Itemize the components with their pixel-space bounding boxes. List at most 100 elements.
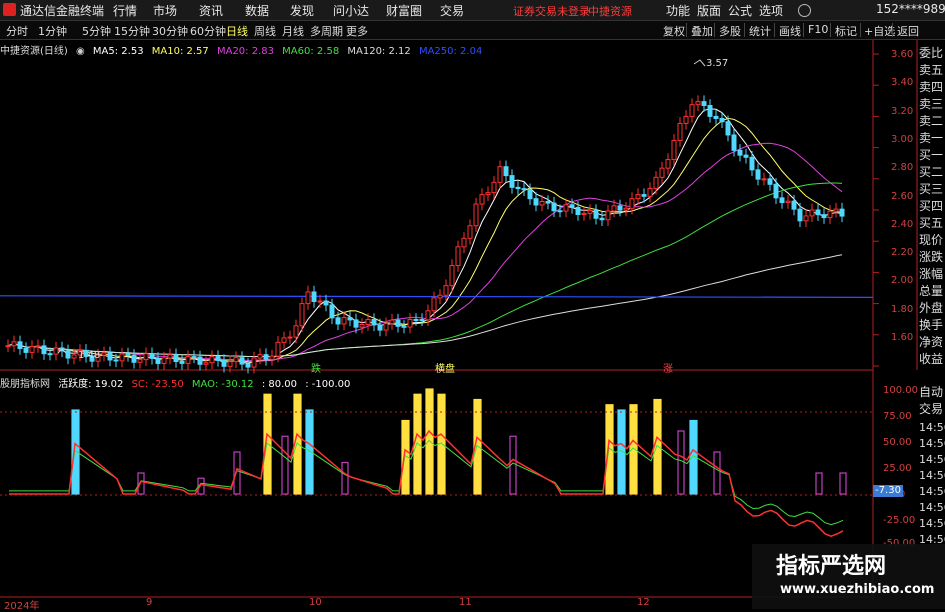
quote-buy4[interactable]: 买四 <box>919 199 943 214</box>
candle-body <box>665 159 671 169</box>
quote-sell1[interactable]: 卖一 <box>919 131 943 146</box>
btn-f10[interactable]: F10 <box>808 23 828 36</box>
candle-body <box>587 210 593 214</box>
menu-caifuquan[interactable]: 财富圈 <box>386 2 422 19</box>
price-tick: 2.40 <box>891 219 914 230</box>
menu-shichang[interactable]: 市场 <box>153 2 177 19</box>
toolbar-divider <box>774 23 775 37</box>
ma-line <box>7 254 843 357</box>
candle-body <box>449 265 455 287</box>
quote-sell2[interactable]: 卖二 <box>919 114 943 129</box>
period-daily[interactable]: 日线 <box>226 23 248 39</box>
candle-body <box>131 354 137 363</box>
quote-buy1[interactable]: 买一 <box>919 148 943 163</box>
candle-body <box>515 186 521 190</box>
candle-body <box>323 300 329 306</box>
period-weekly[interactable]: 周线 <box>254 23 276 39</box>
period-30min[interactable]: 30分钟 <box>152 23 188 39</box>
indicator-tick: 100.00 <box>883 385 918 396</box>
time-cell: 14:56 <box>919 453 945 466</box>
btn-fuquan[interactable]: 复权 <box>663 23 685 39</box>
candle-body <box>41 345 47 355</box>
candle-body <box>347 317 353 321</box>
activity-label: 活跃度: 19.02 <box>58 379 124 390</box>
activity-bar <box>815 472 823 495</box>
date-tick: 11 <box>459 597 472 608</box>
candle-body <box>251 357 257 368</box>
period-15min[interactable]: 15分钟 <box>114 23 150 39</box>
activity-bar <box>281 435 289 495</box>
quote-buy5[interactable]: 买五 <box>919 216 943 231</box>
candle-body <box>443 285 449 296</box>
auto-label[interactable]: 自动 <box>919 385 943 400</box>
toolbar-divider <box>830 23 831 37</box>
date-tick: 2024年 <box>4 601 40 612</box>
menu-banmian[interactable]: 版面 <box>697 2 721 19</box>
price-tick: 1.80 <box>891 304 914 315</box>
btn-huaxian[interactable]: 画线 <box>779 23 801 39</box>
candle-body <box>209 356 215 364</box>
menu-shuju[interactable]: 数据 <box>245 2 269 19</box>
menu-wenxiaoda[interactable]: 问小达 <box>333 2 369 19</box>
activity-bar <box>713 451 721 495</box>
period-60min[interactable]: 60分钟 <box>190 23 226 39</box>
user-icon[interactable] <box>798 4 811 17</box>
btn-biaoji[interactable]: 标记 <box>835 23 857 39</box>
high-price-label: 3.57 <box>706 58 729 69</box>
candle-body <box>641 194 647 197</box>
candle-body <box>545 201 551 204</box>
candle-body <box>317 300 323 303</box>
menu-jiaoyi[interactable]: 交易 <box>440 2 464 19</box>
candle-body <box>611 205 617 212</box>
period-5min[interactable]: 5分钟 <box>82 23 111 39</box>
candle-body <box>683 115 689 124</box>
candle-body <box>725 121 731 136</box>
indicator-tick: 75.00 <box>883 411 912 422</box>
ma-line <box>7 108 843 364</box>
candle-body <box>689 104 695 117</box>
period-more[interactable]: 更多 <box>346 23 368 39</box>
candle-body <box>509 175 515 188</box>
watermark-title: 指标严选网 <box>776 554 887 579</box>
quote-sell3[interactable]: 卖三 <box>919 97 943 112</box>
title-stock-name: 中捷资源 <box>588 5 632 18</box>
quote-sell5[interactable]: 卖五 <box>919 63 943 78</box>
btn-duogu[interactable]: 多股 <box>719 23 741 39</box>
candle-body <box>245 363 251 368</box>
period-1min[interactable]: 1分钟 <box>38 23 67 39</box>
candle-body <box>137 359 143 363</box>
price-tick: 2.80 <box>891 162 914 173</box>
settings-icon[interactable]: ◉ <box>76 46 85 57</box>
btn-tongji[interactable]: 统计 <box>749 23 771 39</box>
btn-diejia[interactable]: 叠加 <box>691 23 713 39</box>
menu-faxian[interactable]: 发现 <box>290 2 314 19</box>
quote-change: 涨跌 <box>919 250 944 264</box>
time-cell: 14:56 <box>919 517 945 530</box>
quote-buy2[interactable]: 买二 <box>919 165 943 180</box>
login-status[interactable]: 证券交易未登录 <box>513 3 590 19</box>
chart-canvas[interactable] <box>0 40 945 609</box>
candle-body <box>65 350 71 359</box>
quote-sell4[interactable]: 卖四 <box>919 80 943 95</box>
candle-body <box>221 359 227 367</box>
menu-hangqing[interactable]: 行情 <box>113 2 137 19</box>
btn-add-favorite[interactable]: +自选 <box>864 23 895 39</box>
menu-zixun[interactable]: 资讯 <box>199 2 223 19</box>
low-price-label: 1.48 <box>78 350 101 361</box>
period-fenshi[interactable]: 分时 <box>6 23 28 39</box>
date-tick: 9 <box>146 597 153 608</box>
annotation-zhang: 涨 <box>663 364 673 375</box>
candle-body <box>179 361 185 364</box>
moving-average-lines <box>0 108 874 364</box>
quote-weibi[interactable]: 委比 <box>919 46 943 61</box>
menu-gongshi[interactable]: 公式 <box>728 2 752 19</box>
trade-label[interactable]: 交易 <box>919 402 943 417</box>
btn-back[interactable]: 返回 <box>897 23 919 39</box>
candle-body <box>335 317 341 325</box>
menu-xuanxiang[interactable]: 选项 <box>759 2 783 19</box>
menu-gongneng[interactable]: 功能 <box>666 2 690 19</box>
quote-buy3[interactable]: 买三 <box>919 182 943 197</box>
period-multi[interactable]: 多周期 <box>310 23 343 39</box>
quote-change-pct: 涨幅 <box>919 267 944 281</box>
period-monthly[interactable]: 月线 <box>282 23 304 39</box>
